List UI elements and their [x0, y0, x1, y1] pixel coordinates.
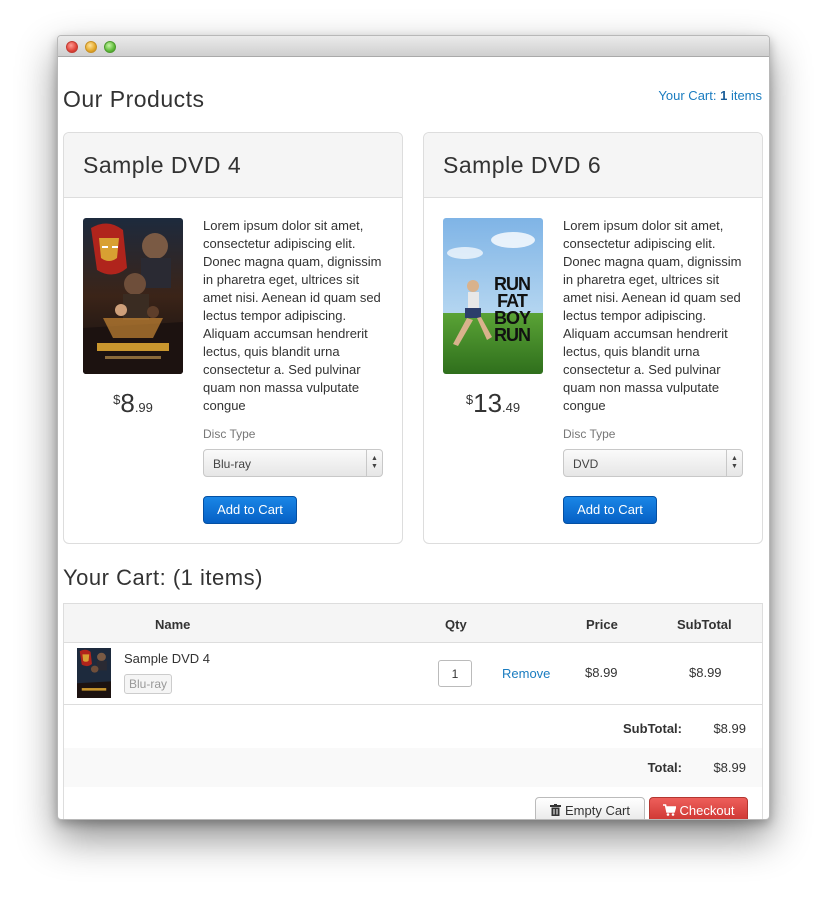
price-cents: .49 [502, 400, 521, 415]
iron-man-poster [83, 218, 183, 374]
checkout-label: Checkout [679, 803, 735, 818]
trash-icon [549, 804, 561, 819]
cart-item-name: Sample DVD 4 [124, 651, 210, 666]
empty-cart-button[interactable]: Empty Cart [535, 797, 645, 819]
disc-type-label: Disc Type [203, 427, 256, 441]
price-whole: 8 [120, 388, 135, 418]
run-fat-boy-run-poster: RUN FAT BOY RUN [443, 218, 543, 374]
product-description: Lorem ipsum dolor sit amet, consectetur … [203, 218, 382, 413]
total-value: $8.99 [713, 760, 746, 775]
poster-title: RUN FAT BOY RUN [485, 275, 539, 345]
column-header-price: Price [586, 617, 618, 632]
product-card: Sample DVD 6 RUN FAT BOY RUN $13.49 Lore… [423, 132, 763, 544]
product-card-header: Sample DVD 6 [424, 133, 762, 198]
product-card: Sample DVD 4 $8.99 Lorem ipsum dolor sit… [63, 132, 403, 544]
product-description: Lorem ipsum dolor sit amet, consectetur … [563, 218, 742, 413]
cart-item-subtotal: $8.99 [689, 665, 722, 680]
product-price: $8.99 [83, 388, 183, 419]
cart-link-suffix: items [727, 88, 762, 103]
price-currency: $ [465, 392, 474, 407]
add-to-cart-button[interactable]: Add to Cart [203, 496, 297, 524]
subtotal-label: SubTotal: [623, 721, 682, 736]
checkout-button[interactable]: Checkout [649, 797, 748, 819]
product-title: Sample DVD 6 [443, 152, 602, 178]
add-to-cart-button[interactable]: Add to Cart [563, 496, 657, 524]
select-arrows-icon: ▲ ▼ [726, 450, 742, 476]
cart-item-price: $8.99 [585, 665, 618, 680]
page-content: Our Products Your Cart: 1 items Sample D… [58, 57, 769, 819]
shopping-cart-icon [662, 804, 677, 819]
page-title: Our Products [63, 86, 205, 112]
disc-type-label: Disc Type [563, 427, 616, 441]
cart-table-header: Name Qty Price SubTotal [64, 604, 762, 643]
maximize-window-button[interactable] [104, 41, 116, 53]
price-cents: .99 [134, 400, 153, 415]
product-price: $13.49 [443, 388, 543, 419]
cart-item-disc-tag: Blu-ray [124, 674, 173, 694]
cart-title: Your Cart: (1 items) [63, 565, 263, 590]
product-title: Sample DVD 4 [83, 152, 242, 178]
minimize-window-button[interactable] [85, 41, 97, 53]
select-arrows-icon: ▲ ▼ [366, 450, 382, 476]
close-window-button[interactable] [66, 41, 78, 53]
disc-type-select[interactable]: DVD ▲ ▼ [563, 449, 743, 477]
total-row: Total: $8.99 [64, 748, 762, 787]
cart-summary-link[interactable]: Your Cart: 1 items [658, 88, 762, 103]
column-header-name: Name [155, 617, 191, 632]
cart-item-thumbnail [77, 648, 111, 698]
quantity-input[interactable] [438, 660, 472, 687]
price-currency: $ [113, 392, 121, 407]
poster-word: RUN [494, 325, 531, 345]
product-card-header: Sample DVD 4 [64, 133, 402, 198]
empty-cart-label: Empty Cart [564, 803, 630, 818]
window-titlebar [58, 36, 769, 57]
cart-item-row: Sample DVD 4 Blu-ray Remove $8.99 $8.99 [64, 643, 762, 705]
column-header-subtotal: SubTotal [677, 617, 732, 632]
cart-table: Name Qty Price SubTotal Sample DVD 4 Blu… [63, 603, 763, 819]
cart-link-prefix: Your Cart: [658, 88, 721, 103]
column-header-qty: Qty [445, 617, 467, 632]
price-whole: 13 [473, 388, 503, 418]
disc-type-select[interactable]: Blu-ray ▲ ▼ [203, 449, 383, 477]
subtotal-value: $8.99 [713, 721, 746, 736]
disc-type-value: Blu-ray [213, 457, 252, 471]
total-label: Total: [647, 760, 682, 775]
browser-window: Our Products Your Cart: 1 items Sample D… [57, 35, 770, 820]
remove-item-link[interactable]: Remove [502, 666, 550, 681]
disc-type-value: DVD [573, 457, 599, 471]
subtotal-row: SubTotal: $8.99 [64, 709, 762, 748]
